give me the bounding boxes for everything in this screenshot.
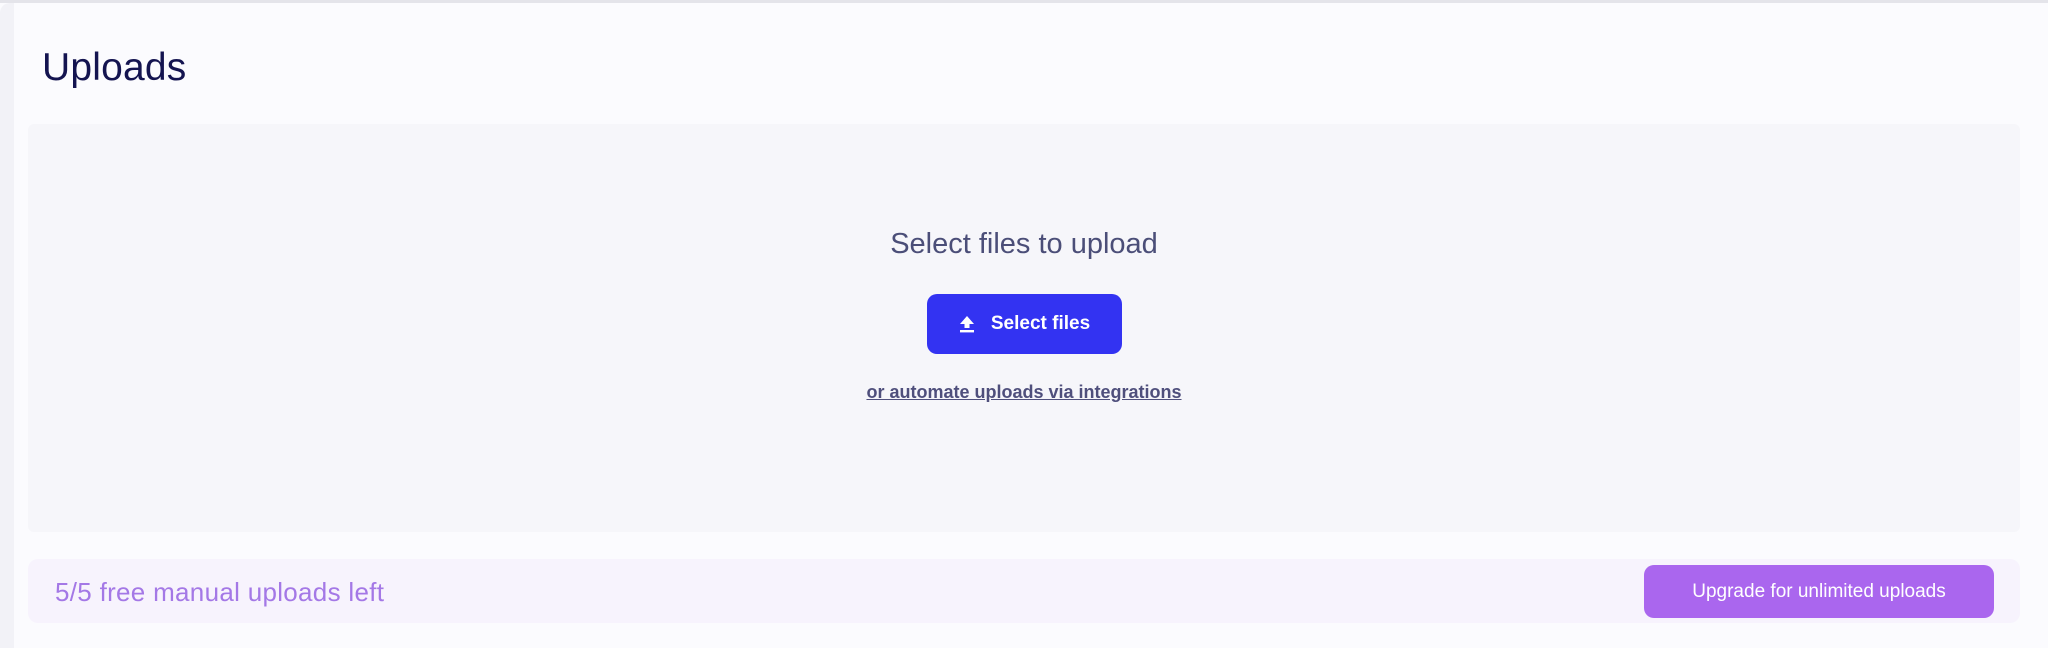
automate-integrations-link[interactable]: or automate uploads via integrations xyxy=(866,382,1181,402)
upgrade-button[interactable]: Upgrade for unlimited uploads xyxy=(1644,565,1994,618)
integrations-link-wrapper: or automate uploads via integrations xyxy=(28,382,2020,403)
uploads-left-text: 5/5 free manual uploads left xyxy=(55,577,385,607)
select-files-button[interactable]: Select files xyxy=(927,294,1122,354)
left-rail xyxy=(0,3,14,648)
select-files-label: Select files xyxy=(990,313,1091,334)
upload-quota-bar: 5/5 free manual uploads left Upgrade for… xyxy=(28,559,2020,623)
file-dropzone[interactable]: Select files to upload Select files or a… xyxy=(28,124,2020,532)
dropzone-heading: Select files to upload xyxy=(890,228,1158,260)
page-title: Uploads xyxy=(42,46,187,89)
upload-icon xyxy=(959,315,975,333)
